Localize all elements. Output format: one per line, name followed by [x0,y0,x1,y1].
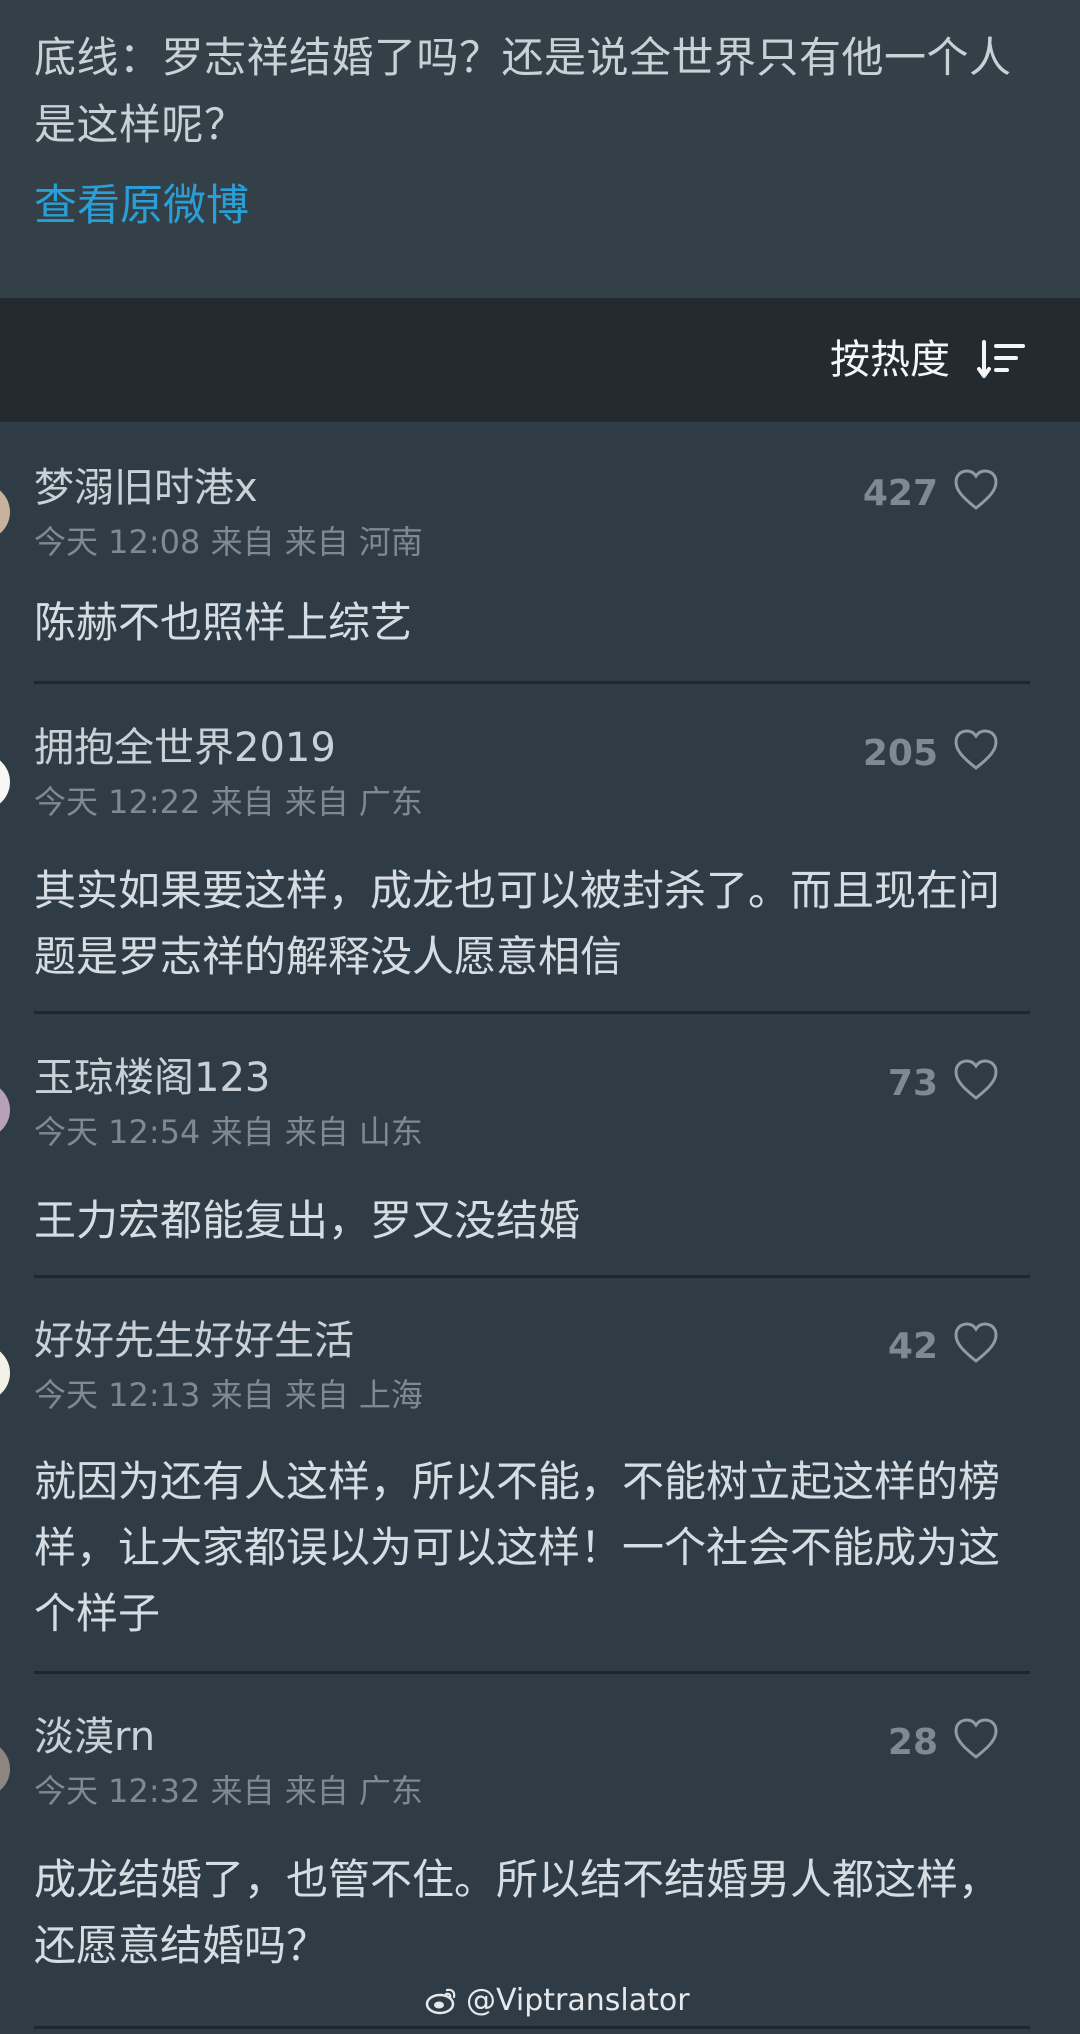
weibo-icon [425,1988,456,2015]
comment-meta: 今天 12:54 来自 来自 山东 [34,1113,423,1151]
comment-meta: 今天 12:32 来自 来自 广东 [34,1772,423,1810]
comment-divider [34,681,1030,684]
comment-author[interactable]: 拥抱全世界2019 [34,724,336,772]
heart-icon[interactable] [952,728,1000,772]
sort-icon[interactable] [976,338,1028,382]
comment-meta: 今天 12:22 来自 来自 广东 [34,783,423,821]
comment-item: 淡漠rn 今天 12:32 来自 来自 广东 28 成龙结婚了，也管不住。所以结… [0,1699,1080,1999]
comment-item: 拥抱全世界2019 今天 12:22 来自 来自 广东 205 其实如果要这样，… [0,710,1080,1015]
comment-divider [34,1275,1030,1278]
avatar[interactable] [0,1345,10,1401]
comment-meta: 今天 12:13 来自 来自 上海 [34,1376,423,1414]
like-count: 205 [862,733,938,774]
comment-text: 成龙结婚了，也管不住。所以结不结婚男人都这样，还愿意结婚吗？ [34,1855,1001,1970]
avatar[interactable] [0,754,10,810]
heart-icon[interactable] [952,1321,1000,1365]
like-count: 427 [862,473,938,514]
watermark-handle: @Viptranslator [466,1983,690,2018]
heart-icon[interactable] [952,1717,1000,1761]
avatar[interactable] [0,484,10,540]
comment-divider [34,1011,1030,1014]
comment-divider [34,1671,1030,1674]
comment-item: 好好先生好好生活 今天 12:13 来自 来自 上海 42 就因为还有人这样，所… [0,1303,1080,1673]
view-original-link[interactable]: 查看原微博 [34,178,249,234]
comment-author[interactable]: 玉琼楼阁123 [34,1054,270,1102]
comment-text: 陈赫不也照样上综艺 [34,598,413,647]
like-count: 73 [887,1063,938,1104]
quoted-post: 底线：罗志祥结婚了吗？还是说全世界只有他一个人是这样呢？ 查看原微博 [0,0,1080,298]
like-count: 28 [887,1722,938,1763]
comment-author[interactable]: 好好先生好好生活 [34,1317,354,1365]
comment-text: 就因为还有人这样，所以不能，不能树立起这样的榜样，让大家都误以为可以这样！一个社… [34,1457,1001,1638]
heart-icon[interactable] [952,468,1000,512]
weibo-comments-page: 底线：罗志祥结婚了吗？还是说全世界只有他一个人是这样呢？ 查看原微博 按热度 梦… [0,0,1080,2034]
comment-sort-bar: 按热度 [0,298,1080,422]
quoted-post-text: 底线：罗志祥结婚了吗？还是说全世界只有他一个人是这样呢？ [34,33,1012,149]
avatar[interactable] [0,1082,10,1138]
comment-meta: 今天 12:08 来自 来自 河南 [34,523,423,561]
heart-icon[interactable] [952,1058,1000,1102]
comment-author[interactable]: 梦溺旧时港x [34,464,258,512]
comment-divider [34,2026,1030,2029]
like-count: 42 [887,1326,938,1367]
avatar[interactable] [0,1741,10,1797]
comment-author[interactable]: 淡漠rn [34,1713,155,1761]
comment-item: 玉琼楼阁123 今天 12:54 来自 来自 山东 73 王力宏都能复出，罗又没… [0,1040,1080,1275]
comment-text: 其实如果要这样，成龙也可以被封杀了。而且现在问题是罗志祥的解释没人愿意相信 [34,866,1001,981]
comment-item: 梦溺旧时港x 今天 12:08 来自 来自 河南 427 陈赫不也照样上综艺 [0,446,1080,686]
sort-by-heat-label[interactable]: 按热度 [830,336,950,384]
comment-text: 王力宏都能复出，罗又没结婚 [34,1196,581,1245]
